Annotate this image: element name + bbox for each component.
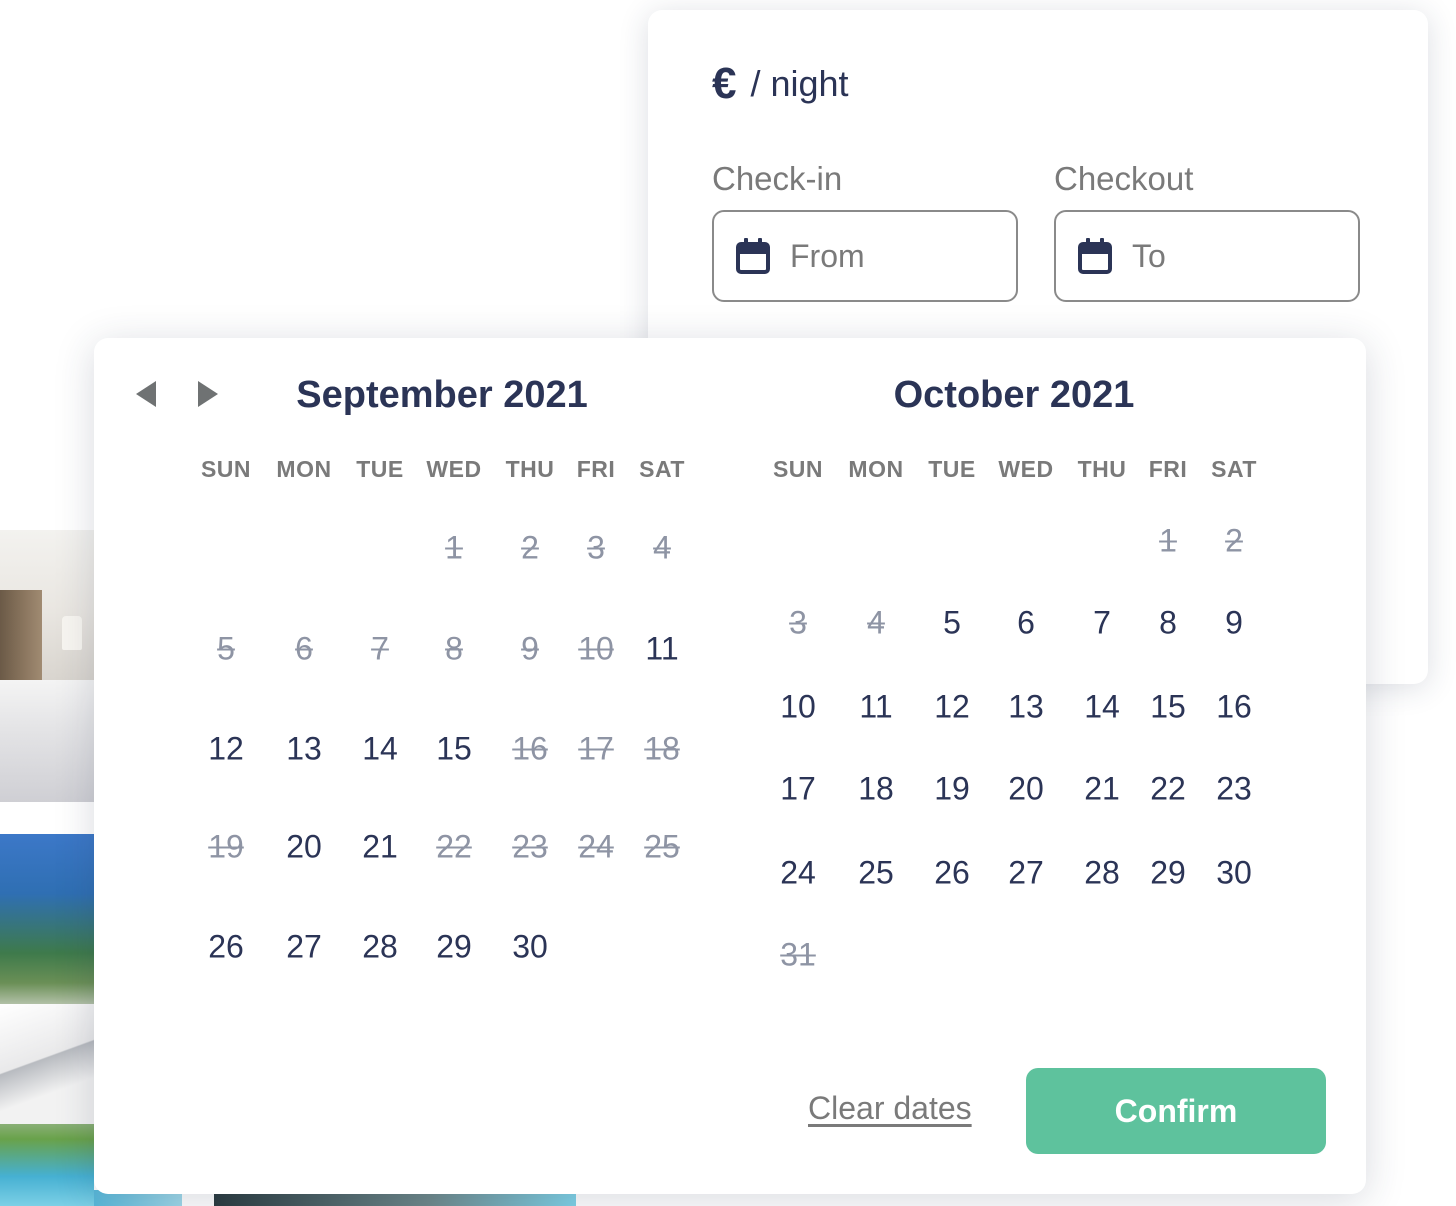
day-cell[interactable]: 19 <box>934 771 970 808</box>
day-cell: 4 <box>653 529 671 566</box>
weekday-mon: MON <box>276 456 332 482</box>
calendar-icon <box>1078 238 1112 274</box>
weekday-tue: TUE <box>356 456 404 482</box>
day-cell: 8 <box>445 630 463 667</box>
day-cell[interactable]: 20 <box>286 829 322 866</box>
day-cell: 5 <box>217 630 235 667</box>
day-cell: 1 <box>1159 522 1177 559</box>
confirm-button[interactable]: Confirm <box>1026 1068 1326 1154</box>
day-cell[interactable]: 12 <box>208 731 244 768</box>
day-cell: 1 <box>445 529 463 566</box>
weekday-sat: SAT <box>639 456 685 482</box>
day-cell: 31 <box>780 936 816 973</box>
day-cell[interactable]: 9 <box>1225 605 1243 642</box>
day-cell[interactable]: 30 <box>512 929 548 966</box>
villa-building-detail <box>0 1004 94 1124</box>
checkout-label: Checkout <box>1054 160 1194 197</box>
lamp-detail <box>62 616 82 650</box>
day-cell[interactable]: 24 <box>780 855 816 892</box>
calendar-icon <box>736 238 770 274</box>
weekday-mon: MON <box>848 456 904 482</box>
day-cell[interactable]: 30 <box>1216 855 1252 892</box>
day-cell: 3 <box>789 604 807 641</box>
day-cell: 25 <box>644 828 680 865</box>
day-cell: 2 <box>521 529 539 566</box>
bedroom-photo <box>0 530 94 802</box>
day-cell[interactable]: 26 <box>208 929 244 966</box>
day-cell[interactable]: 8 <box>1159 605 1177 642</box>
day-cell: 6 <box>295 630 313 667</box>
villa-aerial-photo <box>0 834 94 1206</box>
day-cell: 23 <box>512 828 548 865</box>
clear-dates-link[interactable]: Clear dates <box>808 1090 972 1127</box>
day-cell: 4 <box>867 604 885 641</box>
day-cell[interactable]: 22 <box>1150 771 1186 808</box>
checkin-field[interactable]: From <box>712 210 1018 302</box>
weekday-fri: FRI <box>1148 456 1188 482</box>
day-cell[interactable]: 20 <box>1008 771 1044 808</box>
day-cell[interactable]: 21 <box>1084 771 1120 808</box>
weekday-sat: SAT <box>1211 456 1257 482</box>
day-cell[interactable]: 15 <box>436 731 472 768</box>
weekday-fri: FRI <box>576 456 616 482</box>
day-cell[interactable]: 13 <box>1008 689 1044 726</box>
checkin-label: Check-in <box>712 160 843 197</box>
day-cell[interactable]: 28 <box>362 929 398 966</box>
checkin-placeholder: From <box>790 237 865 274</box>
day-cell[interactable]: 27 <box>286 929 322 966</box>
day-cell[interactable]: 14 <box>1084 689 1120 726</box>
day-cell[interactable]: 16 <box>1216 689 1252 726</box>
weekday-sun: SUN <box>200 456 252 482</box>
day-cell[interactable]: 26 <box>934 855 970 892</box>
euro-icon: € <box>712 59 737 108</box>
day-cell[interactable]: 17 <box>780 771 816 808</box>
day-cell[interactable]: 25 <box>858 855 894 892</box>
day-cell[interactable]: 21 <box>362 829 398 866</box>
day-cell[interactable]: 29 <box>436 929 472 966</box>
weekday-wed: WED <box>998 456 1054 482</box>
day-cell[interactable]: 5 <box>943 605 961 642</box>
day-cell[interactable]: 6 <box>1017 605 1035 642</box>
day-cell[interactable]: 28 <box>1084 855 1120 892</box>
day-cell[interactable]: 12 <box>934 689 970 726</box>
weekday-tue: TUE <box>928 456 976 482</box>
day-cell[interactable]: 18 <box>858 771 894 808</box>
weekday-sun: SUN <box>772 456 824 482</box>
date-picker-popup: September 2021 SUN MON TUE WED THU FRI SAT 1 2 3 4… <box>94 338 1366 1194</box>
day-cell[interactable]: 23 <box>1216 771 1252 808</box>
bed-detail <box>0 680 94 802</box>
day-cell: 19 <box>208 828 244 865</box>
terrace-photo-thumb <box>214 1192 576 1206</box>
weekday-thu: THU <box>1077 456 1127 482</box>
day-cell[interactable]: 15 <box>1150 689 1186 726</box>
month-title: October 2021 <box>893 374 1135 416</box>
checkout-placeholder: To <box>1132 237 1166 274</box>
day-cell[interactable]: 29 <box>1150 855 1186 892</box>
weekday-thu: THU <box>505 456 555 482</box>
day-cell[interactable]: 10 <box>780 689 816 726</box>
price-row: € / night <box>712 62 849 106</box>
day-cell: 2 <box>1225 522 1243 559</box>
day-cell: 22 <box>436 828 472 865</box>
day-cell: 3 <box>587 529 605 566</box>
day-cell[interactable]: 27 <box>1008 855 1044 892</box>
day-cell[interactable]: 11 <box>859 689 892 726</box>
day-cell: 17 <box>578 730 614 767</box>
checkout-field[interactable]: To <box>1054 210 1360 302</box>
day-cell[interactable]: 11 <box>645 631 678 668</box>
day-cell: 18 <box>644 730 680 767</box>
day-cell: 7 <box>371 630 389 667</box>
day-cell: 24 <box>578 828 614 865</box>
day-cell: 9 <box>521 630 539 667</box>
day-cell: 10 <box>578 630 614 667</box>
day-cell[interactable]: 7 <box>1093 605 1111 642</box>
day-cell: 16 <box>512 730 548 767</box>
day-cell[interactable]: 13 <box>286 731 322 768</box>
price-unit: / night <box>750 63 849 104</box>
day-cell[interactable]: 14 <box>362 731 398 768</box>
weekday-wed: WED <box>426 456 482 482</box>
